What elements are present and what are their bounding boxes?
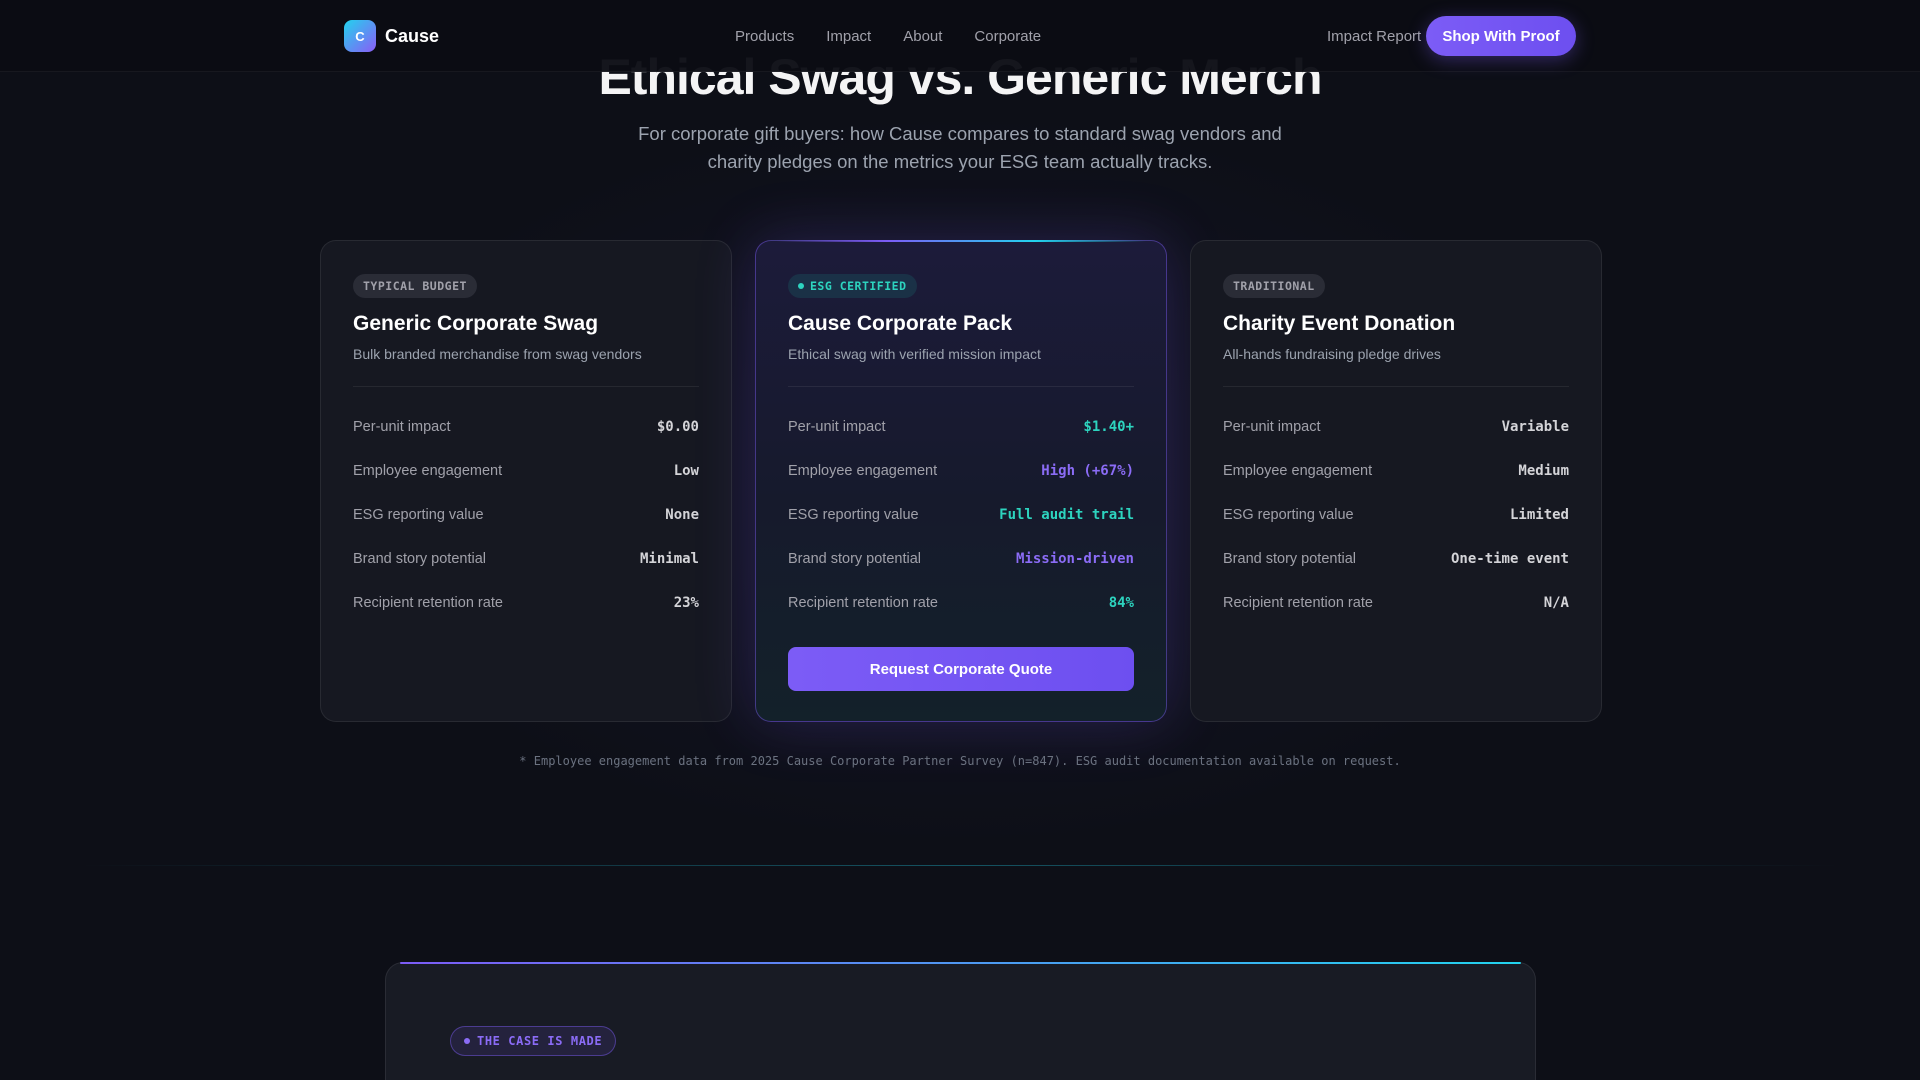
metric-value: N/A [1543,595,1569,611]
request-corporate-quote-button[interactable]: Request Corporate Quote [788,647,1134,691]
metric-row: Brand story potential Mission-driven [788,537,1134,581]
metric-label: Per-unit impact [353,419,451,435]
metric-label: Brand story potential [788,551,921,567]
metric-label: Per-unit impact [1223,419,1321,435]
metric-row: Per-unit impact Variable [1223,405,1569,449]
card-divider [1223,386,1569,387]
card-subtitle: Bulk branded merchandise from swag vendo… [353,346,642,362]
metric-label: Employee engagement [1223,463,1373,479]
metric-row: ESG reporting value Limited [1223,493,1569,537]
metric-value: Low [673,463,699,479]
metric-row: Brand story potential Minimal [353,537,699,581]
status-dot-icon [798,283,804,289]
metric-label: Employee engagement [788,463,938,479]
metric-label: Employee engagement [353,463,503,479]
metric-list: Per-unit impact Variable Employee engagem… [1223,405,1569,625]
status-dot-icon [464,1038,470,1044]
metric-row: Recipient retention rate 23% [353,581,699,625]
metric-value: Limited [1509,507,1569,523]
card-subtitle: Ethical swag with verified mission impac… [788,346,1041,362]
esg-certified-badge: ESG CERTIFIED [788,274,917,298]
metric-label: Recipient retention rate [1223,595,1373,611]
comparison-card-cause-pack: ESG CERTIFIED Cause Corporate Pack Ethic… [755,240,1167,722]
metric-row: Recipient retention rate 84% [788,581,1134,625]
metric-value: 23% [673,595,699,611]
metric-row: Per-unit impact $0.00 [353,405,699,449]
metric-value: One-time event [1450,551,1569,567]
metric-label: Recipient retention rate [353,595,503,611]
metric-label: ESG reporting value [788,507,919,523]
metric-list: Per-unit impact $0.00 Employee engagement… [353,405,699,625]
impact-report-link[interactable]: Impact Report [1327,28,1421,45]
metric-value: Mission-driven [1015,551,1134,567]
nav-link-impact[interactable]: Impact [826,28,871,45]
badge-label: ESG CERTIFIED [810,279,907,293]
metric-list: Per-unit impact $1.40+ Employee engagemen… [788,405,1134,625]
metric-row: Per-unit impact $1.40+ [788,405,1134,449]
card-subtitle: All-hands fundraising pledge drives [1223,346,1441,362]
top-nav: C Cause Products Impact About Corporate … [0,0,1920,72]
metric-value: None [665,507,699,523]
case-badge: THE CASE IS MADE [450,1026,617,1056]
metric-value: Variable [1501,419,1569,435]
metric-label: Brand story potential [353,551,486,567]
case-badge-label: THE CASE IS MADE [477,1034,603,1048]
metric-label: ESG reporting value [353,507,484,523]
metric-value: $1.40+ [1083,419,1134,435]
card-badge: TRADITIONAL [1223,274,1325,298]
card-badge: TYPICAL BUDGET [353,274,477,298]
card-divider [788,386,1134,387]
metric-label: Per-unit impact [788,419,886,435]
metric-row: Employee engagement High (+67%) [788,449,1134,493]
metric-value: $0.00 [656,419,699,435]
card-title: Charity Event Donation [1223,312,1456,335]
nav-link-corporate[interactable]: Corporate [974,28,1041,45]
nav-links: Products Impact About Corporate [735,28,1041,45]
metric-value: High (+67%) [1041,463,1134,479]
page-subtitle: For corporate gift buyers: how Cause com… [638,123,1282,172]
metric-row: ESG reporting value Full audit trail [788,493,1134,537]
case-section-card: THE CASE IS MADE [385,962,1536,1080]
card-title: Generic Corporate Swag [353,312,599,335]
comparison-card-generic-swag: TYPICAL BUDGET Generic Corporate Swag Bu… [320,240,732,722]
metric-row: Recipient retention rate N/A [1223,581,1569,625]
section-divider [80,865,1840,866]
card-title: Cause Corporate Pack [788,312,1013,335]
footnote: * Employee engagement data from 2025 Cau… [519,754,1401,768]
metric-label: Recipient retention rate [788,595,938,611]
metric-value: 84% [1108,595,1134,611]
nav-link-about[interactable]: About [903,28,942,45]
metric-row: Brand story potential One-time event [1223,537,1569,581]
metric-value: Medium [1518,463,1569,479]
logo-mark-icon: C [344,20,376,52]
shop-with-proof-button[interactable]: Shop With Proof [1426,16,1576,56]
metric-row: Employee engagement Low [353,449,699,493]
metric-value: Minimal [639,551,699,567]
metric-label: ESG reporting value [1223,507,1354,523]
metric-row: Employee engagement Medium [1223,449,1569,493]
card-divider [353,386,699,387]
metric-row: ESG reporting value None [353,493,699,537]
brand-logo[interactable]: C Cause [344,20,439,52]
metric-label: Brand story potential [1223,551,1356,567]
metric-value: Full audit trail [999,507,1134,523]
nav-link-products[interactable]: Products [735,28,794,45]
comparison-card-charity-donation: TRADITIONAL Charity Event Donation All-h… [1190,240,1602,722]
brand-name: Cause [385,25,440,46]
